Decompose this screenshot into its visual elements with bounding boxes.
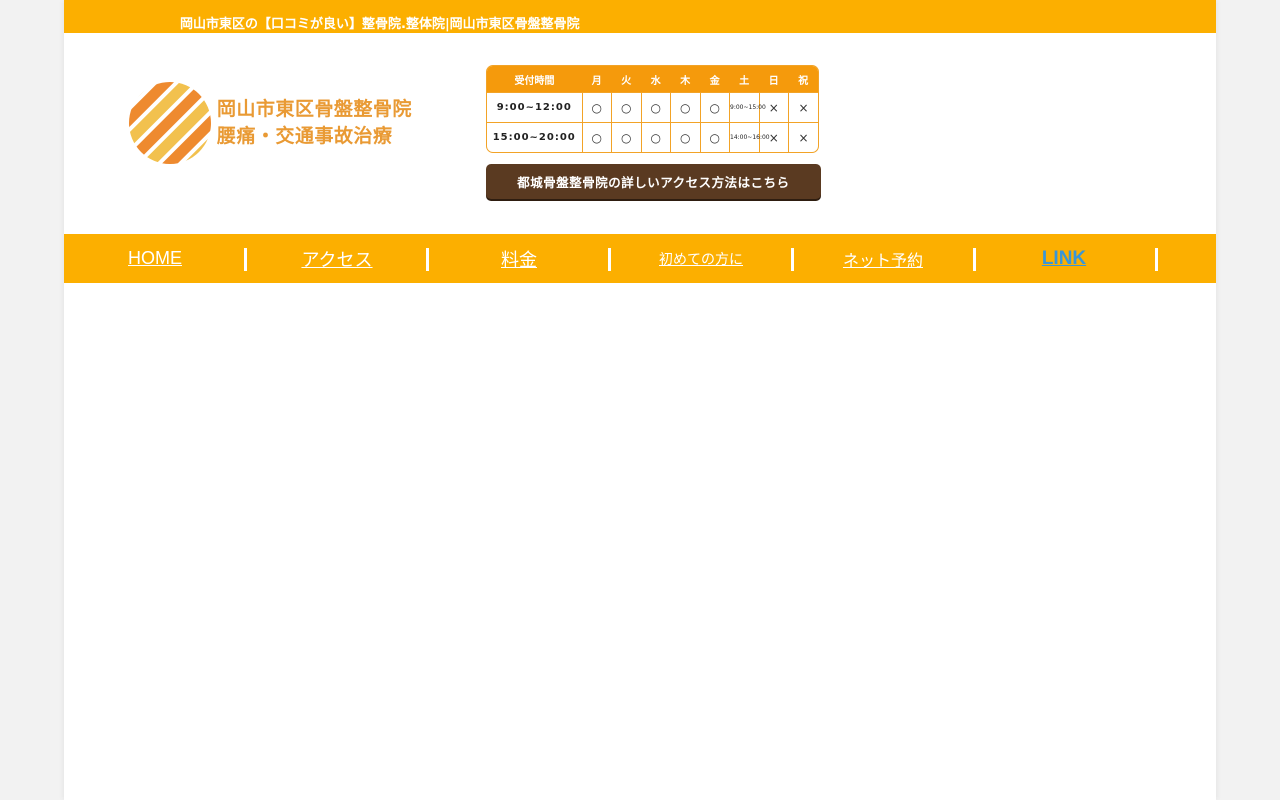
hours-header-cell: 金 [700, 66, 730, 93]
hours-row-morning: 9:00~12:00 ○ ○ ○ ○ ○ 9:00~15:00 × × [487, 92, 818, 123]
hours-cell-saturday: 9:00~15:00 [729, 92, 766, 123]
top-bar: 岡山市東区の【口コミが良い】整骨院.整体院|岡山市東区骨盤整骨院 [64, 0, 1216, 33]
hours-time-cell: 15:00~20:00 [487, 122, 582, 152]
logo-stripes-icon [129, 82, 211, 164]
nav-link-home[interactable]: HOME [128, 248, 182, 269]
hours-header-cell: 火 [611, 66, 641, 93]
nav-link-access[interactable]: アクセス [301, 246, 372, 272]
nav-item-access[interactable]: アクセス [246, 234, 428, 283]
hours-header-cell: 祝 [788, 66, 818, 93]
hours-header-cell: 日 [759, 66, 789, 93]
hours-cell: ○ [611, 122, 641, 152]
hours-header-cell: 木 [670, 66, 700, 93]
access-directions-button[interactable]: 都城骨盤整骨院の詳しいアクセス方法はこちら [486, 164, 821, 199]
hours-cell: ○ [699, 92, 730, 123]
hours-cell: ○ [670, 92, 700, 123]
hours-row-afternoon: 15:00~20:00 ○ ○ ○ ○ ○ 14:00~16:00 × × [487, 122, 818, 152]
nav-link-reservation[interactable]: ネット予約 [843, 247, 923, 271]
nav-link-link[interactable]: LINK [1042, 248, 1086, 270]
hours-header-cell: 受付時間 [487, 66, 582, 93]
nav-item-home[interactable]: HOME [64, 234, 246, 283]
hours-cell: ○ [640, 92, 671, 123]
hours-cell: ○ [581, 122, 612, 152]
nav-item-link[interactable]: LINK [973, 234, 1155, 283]
business-hours-table: 受付時間 月 火 水 木 金 土 日 祝 9:00~12:00 ○ ○ ○ ○ … [486, 65, 819, 153]
hours-cell: ○ [581, 92, 612, 123]
hours-cell: × [788, 122, 818, 152]
hours-cell: ○ [670, 122, 700, 152]
hours-time-cell: 9:00~12:00 [487, 92, 582, 123]
site-tagline: 岡山市東区の【口コミが良い】整骨院.整体院|岡山市東区骨盤整骨院 [180, 17, 580, 32]
nav-link-first-visit[interactable]: 初めての方に [659, 249, 743, 269]
hours-cell-saturday: 14:00~16:00 [729, 122, 770, 152]
hours-cell: ○ [699, 122, 730, 152]
hours-cell: ○ [640, 122, 671, 152]
nav-item-reservation[interactable]: ネット予約 [792, 234, 974, 283]
nav-item-first-visit[interactable]: 初めての方に [610, 234, 792, 283]
nav-divider [1155, 248, 1158, 271]
hours-cell: × [788, 92, 818, 123]
logo-specialty: 腰痛・交通事故治療 [217, 125, 393, 147]
nav-link-pricing[interactable]: 料金 [501, 246, 537, 272]
hours-header-row: 受付時間 月 火 水 木 金 土 日 祝 [487, 66, 818, 93]
page: 岡山市東区の【口コミが良い】整骨院.整体院|岡山市東区骨盤整骨院 岡山市東区骨盤… [64, 0, 1216, 800]
hours-header-cell: 土 [729, 66, 759, 93]
hours-header-cell: 水 [641, 66, 671, 93]
hours-cell: ○ [611, 92, 641, 123]
main-nav: HOME アクセス 料金 初めての方に ネット予約 LINK [64, 234, 1216, 283]
nav-item-pricing[interactable]: 料金 [428, 234, 610, 283]
logo-clinic-name: 岡山市東区骨盤整骨院 [217, 98, 413, 120]
hours-header-cell: 月 [582, 66, 612, 93]
clinic-logo[interactable]: 岡山市東区骨盤整骨院 腰痛・交通事故治療 [128, 81, 428, 167]
